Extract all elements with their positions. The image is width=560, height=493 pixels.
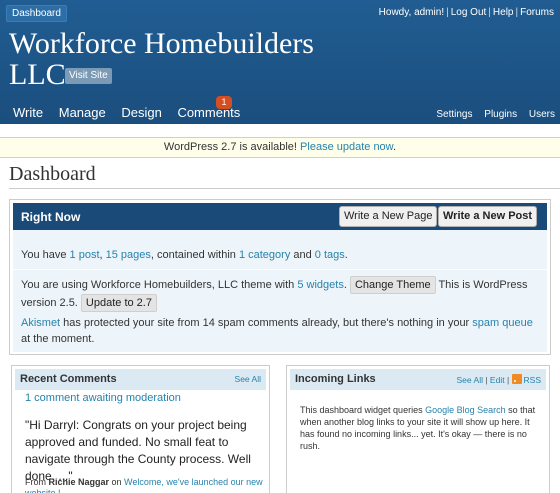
theme-text: You are using Workforce Homebuilders, LL…	[21, 279, 298, 291]
nav-manage[interactable]: Manage	[59, 105, 106, 120]
comment-author: Richie Naggar	[48, 477, 110, 487]
rss-icon	[511, 374, 522, 384]
edit-link[interactable]: Edit	[490, 375, 505, 385]
meta-text: From	[25, 477, 49, 487]
page-title: Dashboard	[9, 163, 96, 185]
widget-header: Incoming Links See All | Edit | RSS	[290, 369, 546, 390]
see-all-link[interactable]: See All	[457, 375, 483, 385]
forums-link[interactable]: Forums	[520, 7, 554, 18]
incoming-links-text: This dashboard widget queries Google Blo…	[300, 404, 540, 452]
widget-header: Recent Comments See All	[15, 369, 266, 390]
secondary-nav: Settings Plugins Users	[427, 109, 555, 121]
update-notice: WordPress 2.7 is available! Please updat…	[0, 137, 560, 158]
admin-header: Dashboard Howdy, admin! | Log Out | Help | For…	[0, 0, 560, 124]
links-text: This dashboard widget queries	[300, 405, 426, 415]
pages-link[interactable]: 15 pages	[106, 249, 151, 261]
help-link[interactable]: Help	[493, 7, 514, 18]
site-title: Workforce Homebuilders LLC	[9, 27, 314, 91]
separator: |	[488, 7, 491, 18]
spam-queue-link[interactable]: spam queue	[472, 317, 533, 329]
summary-text: and	[290, 249, 315, 261]
widgets-link[interactable]: 5 widgets	[297, 279, 343, 291]
divider	[13, 269, 547, 270]
dashboard-tab[interactable]: Dashboard	[6, 5, 67, 22]
nav-users[interactable]: Users	[529, 109, 555, 120]
comment-excerpt: "Hi Darryl: Congrats on your project bei…	[25, 418, 251, 483]
meta-text: on	[109, 477, 125, 487]
widget-links: See All	[235, 374, 261, 384]
akismet-summary: Akismet has protected your site from 14 …	[21, 315, 541, 347]
user-links: Howdy, admin! | Log Out | Help | Forums	[379, 7, 554, 19]
google-blog-search-link[interactable]: Google Blog Search	[425, 405, 506, 415]
nav-write[interactable]: Write	[13, 105, 43, 120]
visit-site-button[interactable]: Visit Site	[65, 68, 112, 84]
posts-link[interactable]: 1 post	[70, 249, 100, 261]
widget-title: Incoming Links	[295, 373, 376, 385]
change-theme-button[interactable]: Change Theme	[349, 276, 436, 294]
categories-link[interactable]: 1 category	[239, 249, 290, 261]
summary-text: You have	[21, 249, 70, 261]
right-now-title: Right Now	[21, 210, 81, 224]
comments-count-badge: 1	[216, 96, 232, 109]
nav-design[interactable]: Design	[121, 105, 161, 120]
username-link[interactable]: admin	[414, 7, 441, 18]
comment-meta: From Richie Naggar on Welcome, we've lau…	[25, 477, 263, 493]
right-now-header: Right Now Write a New Page Write a New P…	[13, 203, 547, 230]
howdy-suffix: !	[441, 7, 445, 18]
theme-summary: You are using Workforce Homebuilders, LL…	[21, 276, 541, 312]
update-now-link[interactable]: Please update now	[300, 141, 393, 153]
rss-link[interactable]: RSS	[524, 375, 541, 385]
update-notice-text: WordPress 2.7 is available!	[163, 141, 301, 153]
incoming-links-widget: Incoming Links See All | Edit | RSS This…	[286, 365, 550, 493]
log-out-link[interactable]: Log Out	[451, 7, 487, 18]
nav-settings[interactable]: Settings	[436, 109, 472, 120]
recent-comments-widget: Recent Comments See All 1 comment awaiti…	[11, 365, 270, 493]
separator: |	[446, 7, 449, 18]
write-new-post-button[interactable]: Write a New Post	[438, 206, 538, 227]
content-summary: You have 1 post, 15 pages, contained wit…	[21, 247, 348, 263]
howdy-text: Howdy,	[378, 7, 415, 18]
akismet-text: at the moment.	[21, 333, 95, 345]
update-button[interactable]: Update to 2.7	[80, 294, 157, 312]
akismet-link[interactable]: Akismet	[21, 317, 60, 329]
summary-text: .	[344, 249, 348, 261]
akismet-text: has protected your site from 14 spam com…	[60, 317, 473, 329]
write-new-page-button[interactable]: Write a New Page	[339, 206, 438, 227]
widget-title: Recent Comments	[20, 373, 117, 385]
see-all-link[interactable]: See All	[235, 374, 261, 384]
right-now-body: You have 1 post, 15 pages, contained wit…	[13, 230, 547, 352]
right-now-box: Right Now Write a New Page Write a New P…	[9, 199, 551, 355]
divider	[9, 188, 560, 189]
tags-link[interactable]: 0 tags	[315, 249, 345, 261]
nav-plugins[interactable]: Plugins	[484, 109, 517, 120]
separator: |	[515, 7, 519, 18]
summary-text: , contained within	[150, 249, 239, 261]
main-nav: Write Manage Design Comments	[13, 106, 252, 120]
update-notice-end: .	[393, 141, 397, 153]
widget-links: See All | Edit | RSS	[456, 374, 541, 385]
awaiting-moderation-link[interactable]: 1 comment awaiting moderation	[25, 391, 181, 405]
